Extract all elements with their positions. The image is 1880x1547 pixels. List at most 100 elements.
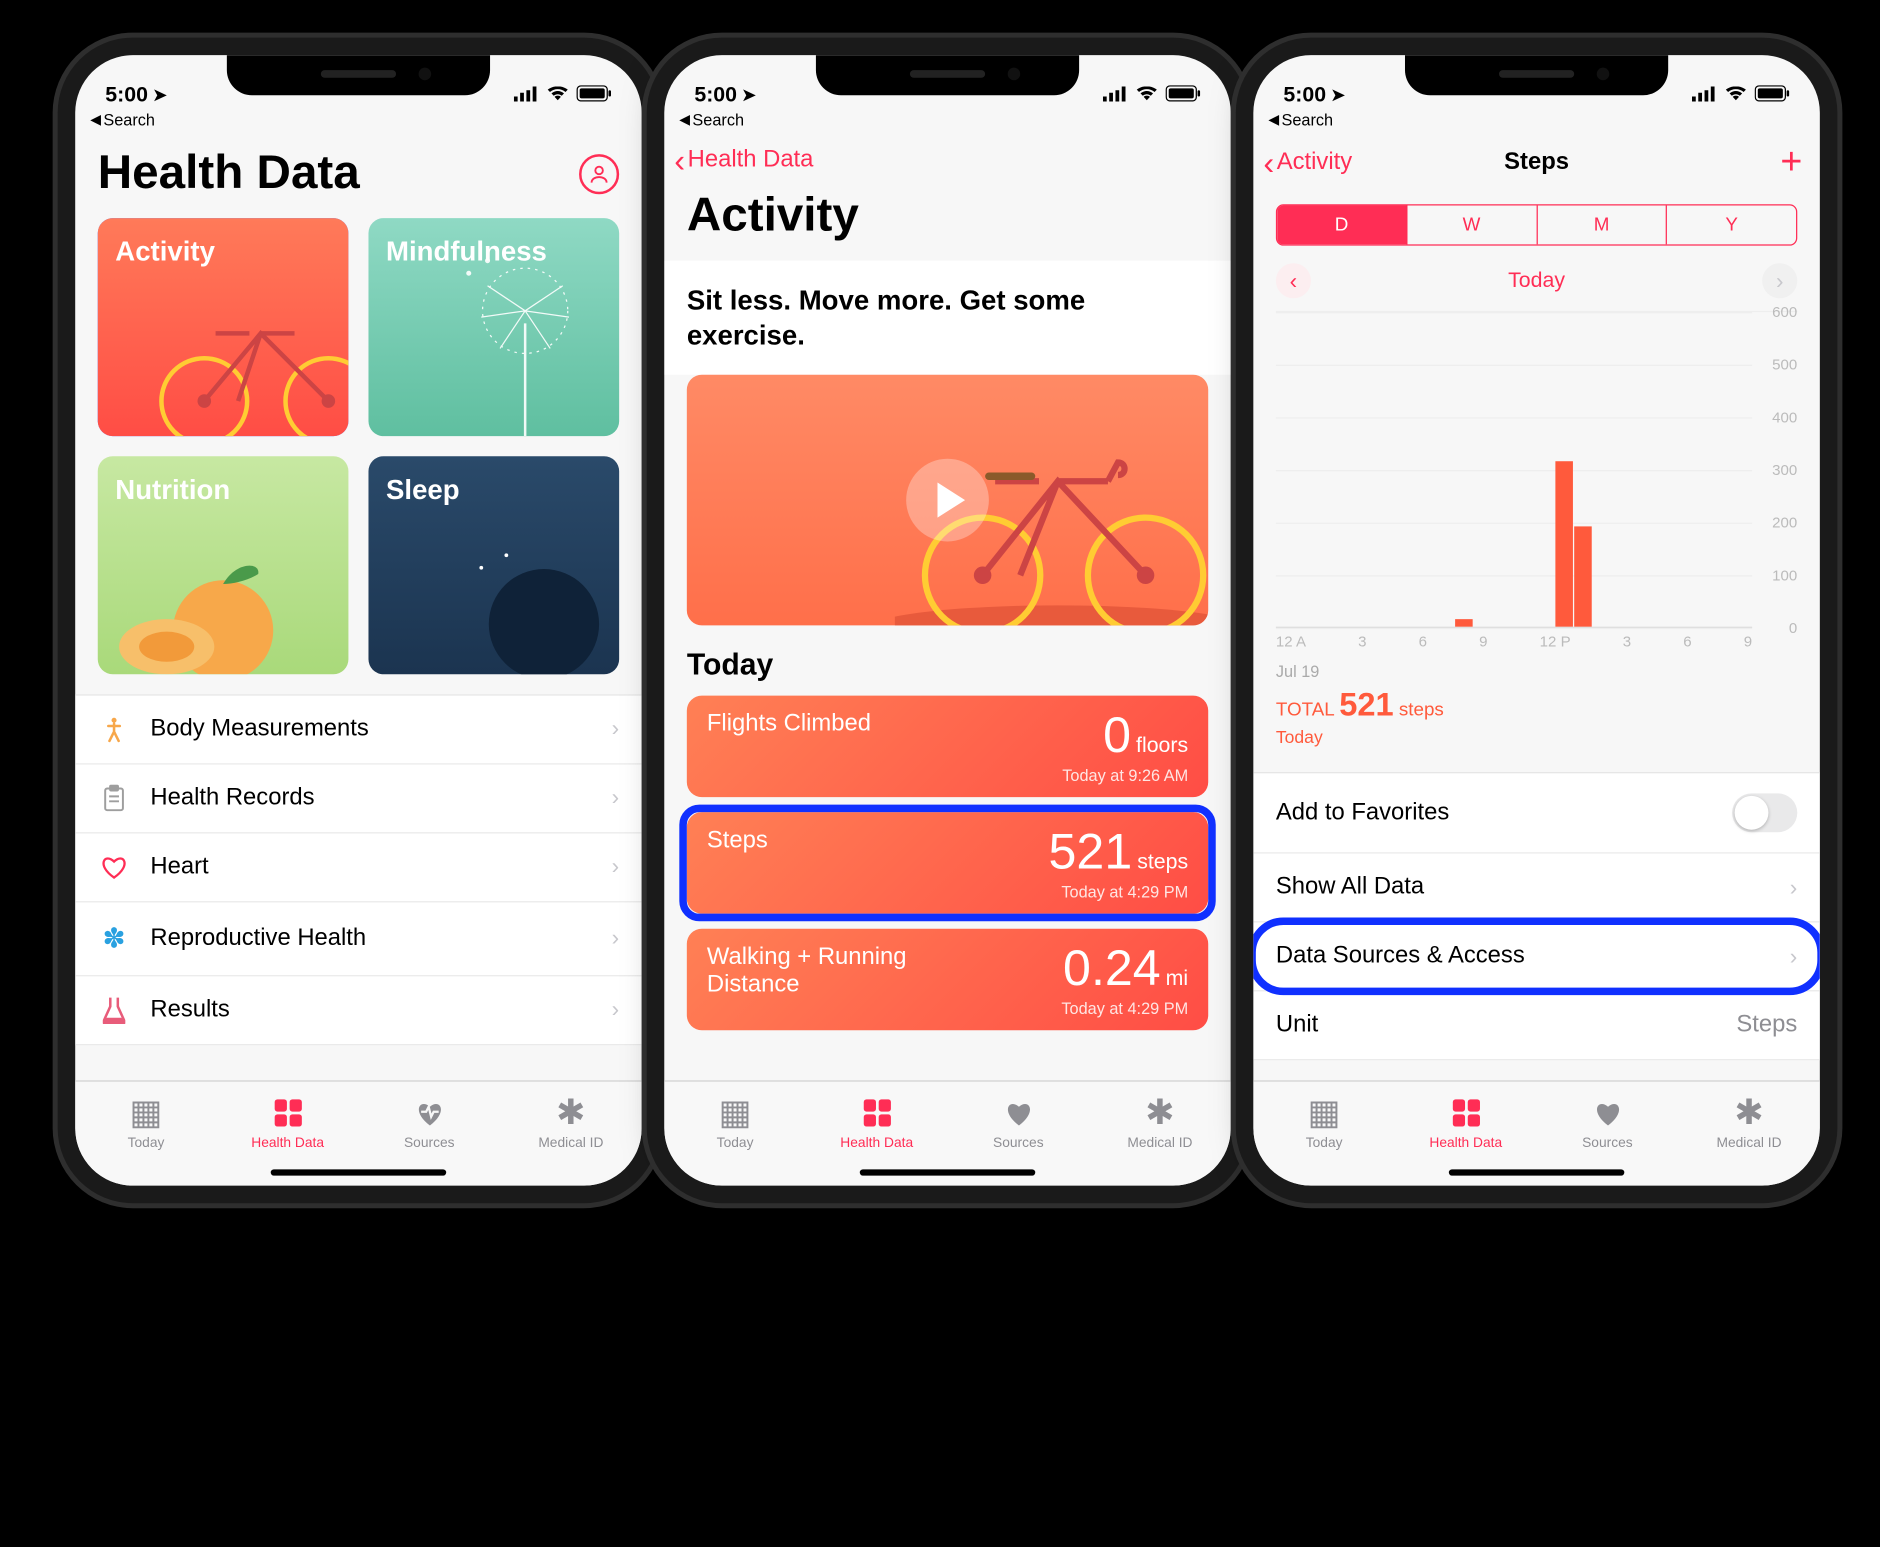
chart-total: TOTAL 521 steps: [1253, 681, 1820, 727]
peach-icon: [98, 536, 299, 674]
medical-icon: ✱: [1734, 1095, 1763, 1130]
cellular-signal-icon: [514, 83, 539, 108]
nav-back-button[interactable]: ‹ Health Data: [674, 144, 813, 177]
breadcrumb-back[interactable]: ◀ Search: [664, 110, 1231, 136]
row-add-to-favorites[interactable]: Add to Favorites: [1253, 773, 1820, 853]
card-steps[interactable]: Steps 521steps Today at 4:29 PM: [687, 812, 1208, 914]
steps-bar-chart[interactable]: 010020030040050060012 A36912 P369: [1276, 311, 1797, 662]
add-button[interactable]: +: [1780, 144, 1802, 182]
tile-nutrition-label: Nutrition: [115, 474, 230, 505]
wifi-icon: [546, 83, 569, 108]
row-reproductive-health[interactable]: ✽ Reproductive Health ›: [75, 902, 642, 976]
tab-health-data[interactable]: Health Data: [1395, 1082, 1537, 1163]
row-show-all-data[interactable]: Show All Data ›: [1253, 854, 1820, 923]
wifi-icon: [1136, 83, 1159, 108]
tab-label: Medical ID: [538, 1135, 603, 1150]
heart-pulse-icon: [1591, 1095, 1624, 1130]
chevron-right-icon: ›: [1790, 943, 1798, 969]
metric-timestamp: Today at 9:26 AM: [1062, 766, 1188, 785]
page-title: Activity: [687, 189, 859, 243]
tile-activity-label: Activity: [115, 236, 215, 267]
total-value: 521: [1339, 686, 1393, 724]
breadcrumb-back[interactable]: ◀ Search: [75, 110, 642, 136]
tile-sleep-label: Sleep: [386, 474, 460, 505]
status-time: 5:00: [1283, 83, 1326, 108]
row-body-measurements[interactable]: Body Measurements ›: [75, 695, 642, 764]
period-label: Today: [1508, 268, 1565, 293]
tab-sources[interactable]: Sources: [1537, 1082, 1679, 1163]
chevron-left-icon: ◀: [679, 112, 690, 128]
location-icon: ➤: [1331, 85, 1345, 105]
tab-sources[interactable]: Sources: [948, 1082, 1090, 1163]
battery-icon: [1166, 83, 1201, 108]
chevron-right-icon: ›: [612, 997, 620, 1023]
row-results[interactable]: Results ›: [75, 976, 642, 1045]
segment-year[interactable]: Y: [1667, 206, 1796, 245]
activity-tagline: Sit less. Move more. Get some exercise.: [664, 261, 1231, 375]
row-health-records[interactable]: Health Records ›: [75, 764, 642, 833]
tile-sleep[interactable]: Sleep: [368, 456, 619, 674]
battery-icon: [1755, 83, 1790, 108]
tab-today[interactable]: ▦Today: [1253, 1082, 1395, 1163]
metric-value: 0: [1103, 708, 1131, 763]
tab-medical-id[interactable]: ✱ Medical ID: [500, 1082, 642, 1163]
chevron-left-icon: ‹: [674, 144, 685, 177]
profile-icon[interactable]: [579, 154, 619, 194]
tab-medical-id[interactable]: ✱Medical ID: [1678, 1082, 1820, 1163]
tab-label: Sources: [993, 1135, 1044, 1150]
breadcrumb-back[interactable]: ◀ Search: [1253, 110, 1820, 136]
segment-week[interactable]: W: [1407, 206, 1537, 245]
chart-bar: [1555, 461, 1573, 627]
chart-bar: [1456, 619, 1474, 627]
favorites-switch[interactable]: [1732, 793, 1797, 832]
chart-ytick: 600: [1772, 303, 1797, 321]
metric-unit: floors: [1136, 733, 1188, 757]
body-icon: [98, 715, 131, 743]
tab-label: Today: [128, 1135, 165, 1150]
period-prev-button[interactable]: ‹: [1276, 263, 1311, 298]
home-indicator[interactable]: [1449, 1169, 1624, 1175]
period-next-button[interactable]: ›: [1762, 263, 1797, 298]
chevron-left-icon: ◀: [1268, 112, 1279, 128]
chart-xtick: 3: [1623, 633, 1631, 649]
row-data-sources-access[interactable]: Data Sources & Access ›: [1253, 922, 1820, 991]
chevron-left-icon: ◀: [90, 112, 101, 128]
chart-xtick: 12 A: [1276, 633, 1306, 649]
location-icon: ➤: [153, 85, 167, 105]
tab-sources[interactable]: Sources: [358, 1082, 500, 1163]
tab-today[interactable]: ▦ Today: [664, 1082, 806, 1163]
home-indicator[interactable]: [860, 1169, 1035, 1175]
activity-intro-video[interactable]: [687, 375, 1208, 626]
clipboard-icon: [98, 784, 131, 812]
row-label: Reproductive Health: [150, 925, 366, 953]
flask-icon: [98, 996, 131, 1024]
moon-icon: [456, 536, 606, 674]
row-heart[interactable]: Heart ›: [75, 833, 642, 902]
tile-activity[interactable]: Activity: [98, 218, 349, 436]
metric-timestamp: Today at 4:29 PM: [1049, 882, 1189, 901]
tab-today[interactable]: ▦ Today: [75, 1082, 217, 1163]
tab-health-data[interactable]: Health Data: [217, 1082, 359, 1163]
today-section-header: Today: [664, 625, 1231, 695]
row-label: Heart: [150, 853, 208, 881]
tile-mindfulness[interactable]: Mindfulness: [368, 218, 619, 436]
row-unit[interactable]: Unit Steps: [1253, 991, 1820, 1060]
nav-back-button[interactable]: ‹ Activity: [1263, 147, 1352, 180]
tab-medical-id[interactable]: ✱Medical ID: [1089, 1082, 1231, 1163]
metric-unit: mi: [1166, 966, 1189, 990]
chart-xtick: 9: [1744, 633, 1752, 649]
card-flights-climbed[interactable]: Flights Climbed 0floors Today at 9:26 AM: [687, 696, 1208, 798]
unit-value: Steps: [1736, 1011, 1797, 1039]
segment-day[interactable]: D: [1277, 206, 1407, 245]
home-indicator[interactable]: [271, 1169, 446, 1175]
tile-mindfulness-label: Mindfulness: [386, 236, 547, 267]
chart-ytick: 0: [1789, 619, 1797, 637]
chart-date-label: Jul 19: [1253, 662, 1820, 681]
tab-health-data[interactable]: Health Data: [806, 1082, 948, 1163]
tile-nutrition[interactable]: Nutrition: [98, 456, 349, 674]
chart-bar: [1575, 527, 1593, 627]
segment-month[interactable]: M: [1537, 206, 1667, 245]
tab-label: Today: [717, 1135, 754, 1150]
calendar-icon: ▦: [718, 1095, 751, 1130]
card-walking-running[interactable]: Walking + Running Distance 0.24mi Today …: [687, 929, 1208, 1031]
